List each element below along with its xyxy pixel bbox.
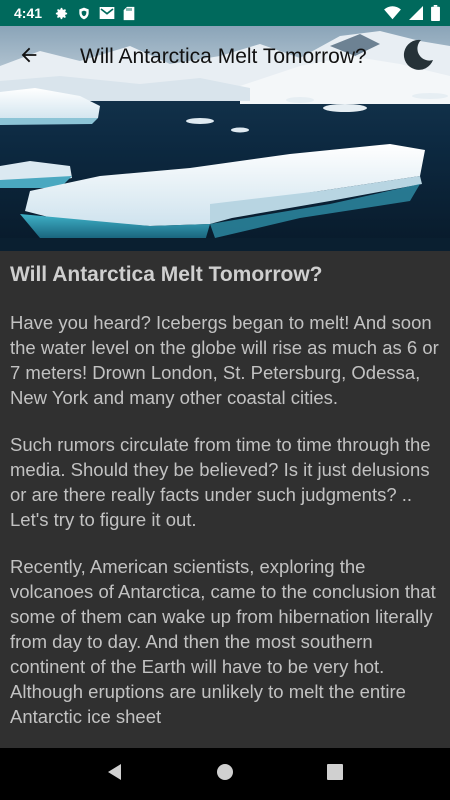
- battery-icon: [431, 5, 440, 21]
- article-paragraph: Recently, American scientists, exploring…: [10, 556, 436, 727]
- back-button[interactable]: [14, 42, 44, 72]
- article-content: Will Antarctica Melt Tomorrow? Have you …: [0, 251, 450, 748]
- navigation-bar: [0, 748, 450, 800]
- toolbar-title: Will Antarctica Melt Tomorrow?: [80, 45, 367, 68]
- article-paragraph: Have you heard? Icebergs began to melt! …: [10, 312, 439, 408]
- article-title: Will Antarctica Melt Tomorrow?: [10, 263, 323, 286]
- status-bar: 4:41: [0, 0, 450, 26]
- sd-card-icon: [123, 6, 135, 21]
- arrow-back-icon: [18, 44, 40, 71]
- recents-square-icon: [327, 763, 343, 785]
- shield-icon: [77, 6, 91, 21]
- moon-icon: [401, 38, 435, 77]
- home-circle-icon: [216, 763, 234, 786]
- signal-icon: [409, 6, 423, 20]
- back-triangle-icon: [106, 763, 124, 786]
- nav-recents-button[interactable]: [315, 754, 355, 794]
- toolbar: Will Antarctica Melt Tomorrow?: [0, 26, 450, 88]
- nav-home-button[interactable]: [205, 754, 245, 794]
- article-paragraph: Such rumors circulate from time to time …: [10, 434, 431, 530]
- night-mode-button[interactable]: [400, 39, 436, 75]
- nav-back-button[interactable]: [95, 754, 135, 794]
- gear-icon: [54, 6, 69, 21]
- wifi-icon: [384, 6, 401, 20]
- status-time: 4:41: [14, 5, 43, 21]
- mail-icon: [99, 6, 115, 20]
